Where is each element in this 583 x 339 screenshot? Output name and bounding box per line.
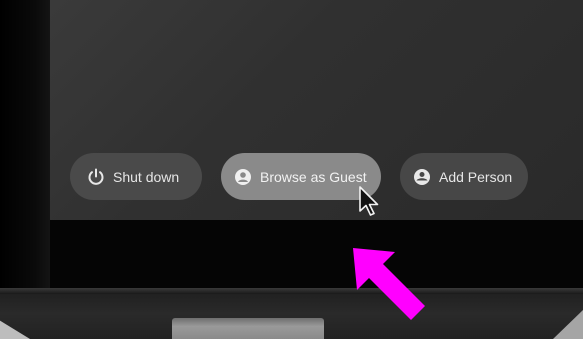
laptop-base-edge xyxy=(0,288,583,294)
browse-as-guest-button[interactable]: Browse as Guest xyxy=(221,153,381,200)
browse-as-guest-label: Browse as Guest xyxy=(260,168,367,185)
add-person-button[interactable]: Add Person xyxy=(400,153,528,200)
add-person-icon xyxy=(412,167,432,187)
bezel-shadow xyxy=(0,0,50,290)
add-person-label: Add Person xyxy=(439,168,513,185)
laptop-hinge-notch xyxy=(172,318,324,339)
laptop-photo: Shut down Browse as Guest Add Person xyxy=(0,0,583,339)
shutdown-button[interactable]: Shut down xyxy=(70,153,202,200)
mouse-pointer-icon xyxy=(358,186,380,218)
shutdown-label: Shut down xyxy=(113,168,180,185)
arrow-annotation-icon xyxy=(345,240,435,330)
guest-account-icon xyxy=(233,167,253,187)
power-icon xyxy=(86,167,106,187)
